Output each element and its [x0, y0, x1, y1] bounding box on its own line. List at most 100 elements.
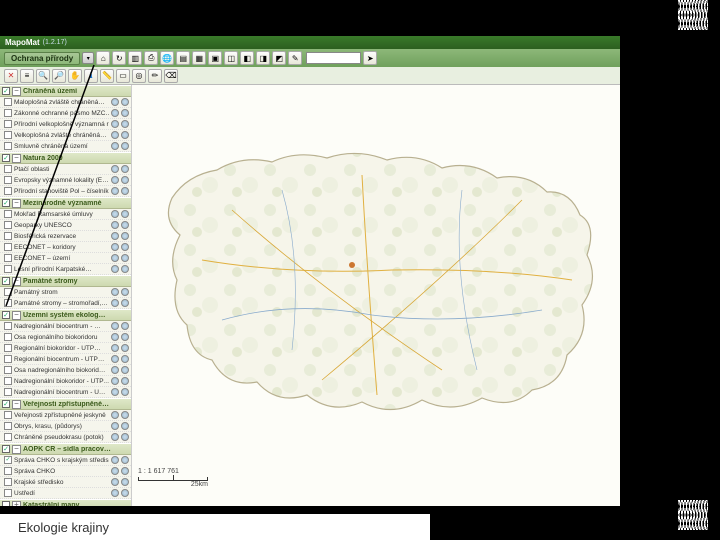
close-icon[interactable]: ✕	[4, 69, 18, 83]
measure-icon[interactable]: 📏	[100, 69, 114, 83]
layer-row[interactable]: Přírodní stanoviště Pol – číselník 74	[0, 186, 131, 197]
layer-style-icon[interactable]	[121, 210, 129, 218]
layer-style-icon[interactable]	[121, 422, 129, 430]
layer-style-icon[interactable]	[121, 322, 129, 330]
layer-style-icon[interactable]	[121, 433, 129, 441]
layer-row[interactable]: Přírodní velkoplošně významná r…	[0, 119, 131, 130]
layer-checkbox[interactable]	[4, 322, 12, 330]
group-checkbox[interactable]: ✓	[2, 199, 10, 207]
layer-panel[interactable]: ✓−Chráněná územíMaloplošná zvláště chrán…	[0, 85, 132, 506]
draw-icon[interactable]: ✏	[148, 69, 162, 83]
layer-style-icon[interactable]	[121, 388, 129, 396]
layer-row[interactable]: Mokřad Ramsarské úmluvy	[0, 209, 131, 220]
layer-style-icon[interactable]	[121, 411, 129, 419]
layer-info-icon[interactable]	[111, 98, 119, 106]
layer-checkbox[interactable]	[4, 187, 12, 195]
layer-group-header[interactable]: ✓−Natura 2000	[0, 152, 131, 164]
layer-row[interactable]: Ptačí oblasti	[0, 164, 131, 175]
layer-checkbox[interactable]	[4, 433, 12, 441]
layer-info-icon[interactable]	[111, 243, 119, 251]
layer-style-icon[interactable]	[121, 333, 129, 341]
layer-row[interactable]: ✓Správa CHKO s krajským středis…	[0, 455, 131, 466]
home-icon[interactable]: ⌂	[96, 51, 110, 65]
layer-row[interactable]: Veřejnosti zpřístupněné jeskyně	[0, 410, 131, 421]
layer-row[interactable]: EECONET – koridory	[0, 242, 131, 253]
theme-dropdown-icon[interactable]: ▾	[82, 52, 94, 64]
layer-style-icon[interactable]	[121, 489, 129, 497]
layer-checkbox[interactable]	[4, 210, 12, 218]
layer-checkbox[interactable]	[4, 142, 12, 150]
layer-checkbox[interactable]	[4, 467, 12, 475]
layer-checkbox[interactable]	[4, 265, 12, 273]
layer-group-header[interactable]: ✓−Památné stromy	[0, 275, 131, 287]
layer-checkbox[interactable]: ✓	[4, 456, 12, 464]
group-checkbox[interactable]: ✓	[2, 87, 10, 95]
layer-row[interactable]: Regionální biokoridor - ÚTP…	[0, 343, 131, 354]
layer-info-icon[interactable]	[111, 467, 119, 475]
layer-row[interactable]: Maloplošná zvláště chráněná…	[0, 97, 131, 108]
layer-style-icon[interactable]	[121, 120, 129, 128]
layer-row[interactable]: Velkoplošná zvláště chráněná…	[0, 130, 131, 141]
layer-style-icon[interactable]	[121, 366, 129, 374]
layer-row[interactable]: Evropsky významné lokality (E…	[0, 175, 131, 186]
group-checkbox[interactable]: ✓	[2, 311, 10, 319]
layer-style-icon[interactable]	[121, 98, 129, 106]
layer-info-icon[interactable]	[111, 299, 119, 307]
identify-icon[interactable]: ◎	[132, 69, 146, 83]
layer-style-icon[interactable]	[121, 355, 129, 363]
layer-row[interactable]: Ústředí	[0, 488, 131, 499]
doc-icon[interactable]: ▤	[176, 51, 190, 65]
layer-checkbox[interactable]	[4, 333, 12, 341]
group-checkbox[interactable]: ✓	[2, 277, 10, 285]
layer-group-header[interactable]: ✓−Mezinárodně významné	[0, 197, 131, 209]
layer-style-icon[interactable]	[121, 131, 129, 139]
layer-style-icon[interactable]	[121, 187, 129, 195]
layer-checkbox[interactable]	[4, 478, 12, 486]
group-checkbox[interactable]	[2, 501, 10, 506]
layer-info-icon[interactable]	[111, 165, 119, 173]
image-icon[interactable]: ▦	[192, 51, 206, 65]
layer-info-icon[interactable]	[111, 109, 119, 117]
layer-info-icon[interactable]	[111, 120, 119, 128]
layer-checkbox[interactable]	[4, 165, 12, 173]
layer-info-icon[interactable]	[111, 489, 119, 497]
group-checkbox[interactable]: ✓	[2, 154, 10, 162]
layer-row[interactable]: Regionální biocentrum - ÚTP…	[0, 354, 131, 365]
tool-b-icon[interactable]: ◨	[256, 51, 270, 65]
chart-icon[interactable]: ◫	[224, 51, 238, 65]
layer-style-icon[interactable]	[121, 221, 129, 229]
layer-info-icon[interactable]	[111, 433, 119, 441]
layer-info-icon[interactable]	[111, 232, 119, 240]
theme-tab[interactable]: Ochrana přírody	[4, 52, 80, 65]
layer-info-icon[interactable]	[111, 131, 119, 139]
layer-checkbox[interactable]	[4, 131, 12, 139]
layer-checkbox[interactable]	[4, 254, 12, 262]
layer-group-header[interactable]: ✓−Územní systém ekolog…	[0, 309, 131, 321]
tool-c-icon[interactable]: ◩	[272, 51, 286, 65]
layer-info-icon[interactable]	[111, 187, 119, 195]
layer-info-icon[interactable]	[111, 221, 119, 229]
layer-row[interactable]: Biosférická rezervace	[0, 231, 131, 242]
layer-row[interactable]: Nadregionální biokoridor - ÚTP…	[0, 376, 131, 387]
layer-checkbox[interactable]	[4, 221, 12, 229]
layer-info-icon[interactable]	[111, 142, 119, 150]
layer-style-icon[interactable]	[121, 299, 129, 307]
layer-info-icon[interactable]	[111, 456, 119, 464]
layer-checkbox[interactable]	[4, 288, 12, 296]
layers-icon[interactable]: ▥	[128, 51, 142, 65]
print-icon[interactable]: ⎙	[144, 51, 158, 65]
group-checkbox[interactable]: ✓	[2, 445, 10, 453]
map-canvas[interactable]: 1 : 1 617 761 25km	[132, 85, 620, 506]
layer-group-header[interactable]: ✓−Veřejnosti zpřístupněné…	[0, 398, 131, 410]
layer-info-icon[interactable]	[111, 377, 119, 385]
layer-style-icon[interactable]	[121, 467, 129, 475]
collapse-icon[interactable]: −	[12, 277, 21, 286]
layer-row[interactable]: Krajské středisko	[0, 477, 131, 488]
layer-style-icon[interactable]	[121, 478, 129, 486]
collapse-icon[interactable]: −	[12, 87, 21, 96]
list-icon[interactable]: ≡	[20, 69, 34, 83]
layer-row[interactable]: EECONET – území	[0, 253, 131, 264]
layer-info-icon[interactable]	[111, 254, 119, 262]
layer-checkbox[interactable]	[4, 344, 12, 352]
layer-checkbox[interactable]	[4, 98, 12, 106]
